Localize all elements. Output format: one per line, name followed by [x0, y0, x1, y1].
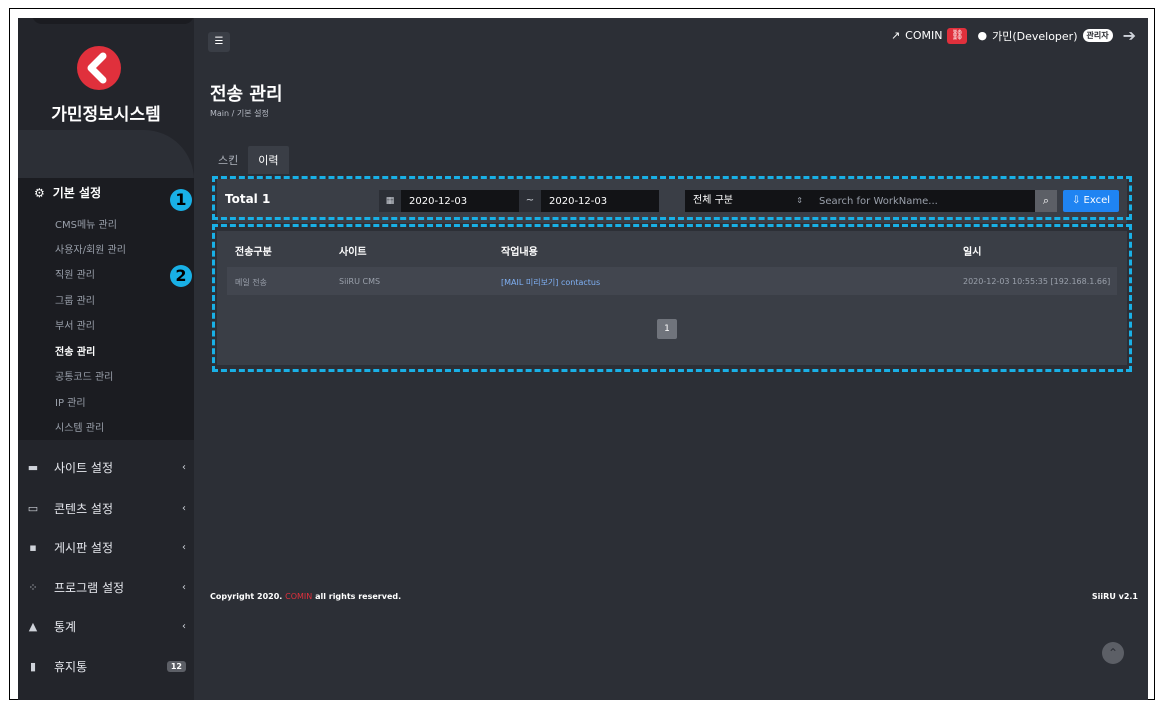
chevron-left-icon: ‹: [182, 621, 186, 632]
gears-icon: ⚙: [34, 185, 45, 200]
user-icon: ●: [977, 29, 988, 42]
copyright-suffix: all rights reserved.: [315, 592, 402, 601]
copyright-prefix: Copyright 2020.: [210, 592, 283, 601]
sidebar-item-departments[interactable]: 부서 관리: [55, 317, 95, 332]
annotation-box-2: [212, 224, 1132, 372]
sidebar-item-ip[interactable]: IP 관리: [55, 394, 86, 409]
link-icon: ⛓: [947, 27, 968, 44]
company-link-label: COMIN: [905, 29, 943, 42]
chevron-left-icon: ‹: [182, 542, 186, 553]
scroll-top-button[interactable]: ⌃: [1102, 642, 1124, 664]
brand-name: 가민정보시스템: [51, 105, 161, 125]
chevron-left-icon: ‹: [182, 462, 186, 473]
sidebar-item-staff[interactable]: 직원 관리: [55, 266, 95, 281]
tab-bar: 스킨 이력: [208, 146, 289, 174]
hamburger-icon: ☰: [214, 36, 224, 47]
sidebar-item-label: 게시판 설정: [54, 541, 114, 555]
trash-count-badge: 12: [166, 661, 186, 672]
sidebar-item-groups[interactable]: 그룹 관리: [55, 292, 95, 307]
annotation-number-2: 2: [170, 265, 192, 287]
top-bar: ↗ COMIN ⛓ ● 가민(Developer) 관리자 ➔: [891, 26, 1136, 45]
sidebar-item-label: 콘텐츠 설정: [54, 502, 114, 516]
tab-skin[interactable]: 스킨: [208, 146, 248, 174]
trash-icon: ▮: [29, 659, 37, 673]
chevron-left-icon: ‹: [182, 503, 186, 514]
tab-history[interactable]: 이력: [248, 146, 289, 174]
logout-icon[interactable]: ➔: [1123, 26, 1136, 45]
sidebar-item-label: 휴지통: [54, 660, 88, 674]
sidebar-item-board-settings[interactable]: ▪ 게시판 설정 ‹: [26, 539, 186, 556]
sidebar-item-system[interactable]: 시스템 관리: [55, 419, 104, 434]
company-link[interactable]: ↗ COMIN ⛓: [890, 27, 968, 44]
chevron-up-icon: ⌃: [1107, 646, 1119, 660]
user-menu[interactable]: ● 가민(Developer) 관리자: [977, 28, 1113, 44]
sidebar-item-program-settings[interactable]: ⁘ 프로그램 설정 ‹: [26, 579, 186, 596]
sidebar-group-label: 기본 설정: [52, 186, 102, 200]
sidebar-item-common-codes[interactable]: 공통코드 관리: [55, 368, 113, 383]
sidebar-group-basic-settings[interactable]: ⚙ 기본 설정: [34, 184, 101, 201]
copyright: Copyright 2020. COMIN all rights reserve…: [210, 592, 401, 601]
chart-icon: ▲: [28, 619, 38, 633]
content-icon: ▭: [27, 501, 39, 515]
sidebar: 가민정보시스템 ⚙ 기본 설정 CMS메뉴 관리 사용자/회원 관리 직원 관리…: [18, 18, 194, 700]
sidebar-item-statistics[interactable]: ▲ 통계 ‹: [26, 618, 186, 635]
sidebar-item-trash[interactable]: ▮ 휴지통 12: [26, 658, 186, 675]
menu-toggle-button[interactable]: ☰: [208, 32, 230, 52]
app-window: 가민정보시스템 ⚙ 기본 설정 CMS메뉴 관리 사용자/회원 관리 직원 관리…: [18, 18, 1148, 700]
sidebar-top-cap: [32, 18, 194, 24]
sidebar-item-users[interactable]: 사용자/회원 관리: [55, 241, 126, 256]
annotation-box-1: [212, 176, 1132, 220]
copyright-brand: COMIN: [285, 592, 313, 601]
sidebar-item-label: 프로그램 설정: [54, 581, 125, 595]
sidebar-item-label: 사이트 설정: [54, 461, 114, 475]
program-icon: ⁘: [28, 580, 38, 594]
sidebar-item-content-settings[interactable]: ▭ 콘텐츠 설정 ‹: [26, 500, 186, 517]
sidebar-item-transmission[interactable]: 전송 관리: [55, 343, 95, 358]
sidebar-item-cms-menu[interactable]: CMS메뉴 관리: [55, 216, 117, 231]
version-label: SiiRU v2.1: [1091, 592, 1138, 601]
site-icon: ▬: [27, 460, 39, 474]
board-icon: ▪: [29, 540, 37, 554]
sidebar-item-site-settings[interactable]: ▬ 사이트 설정 ‹: [26, 459, 186, 476]
breadcrumb: Main / 기본 설정: [210, 109, 269, 118]
page-title: 전송 관리: [210, 84, 283, 105]
brand-logo-icon[interactable]: [75, 44, 123, 92]
chevron-left-icon: ‹: [182, 582, 186, 593]
external-link-icon: ↗: [890, 29, 901, 42]
role-badge: 관리자: [1082, 29, 1113, 42]
sidebar-curve: [18, 130, 194, 180]
annotation-number-1: 1: [170, 189, 192, 211]
user-name: 가민(Developer): [992, 29, 1078, 43]
sidebar-item-label: 통계: [54, 620, 77, 634]
